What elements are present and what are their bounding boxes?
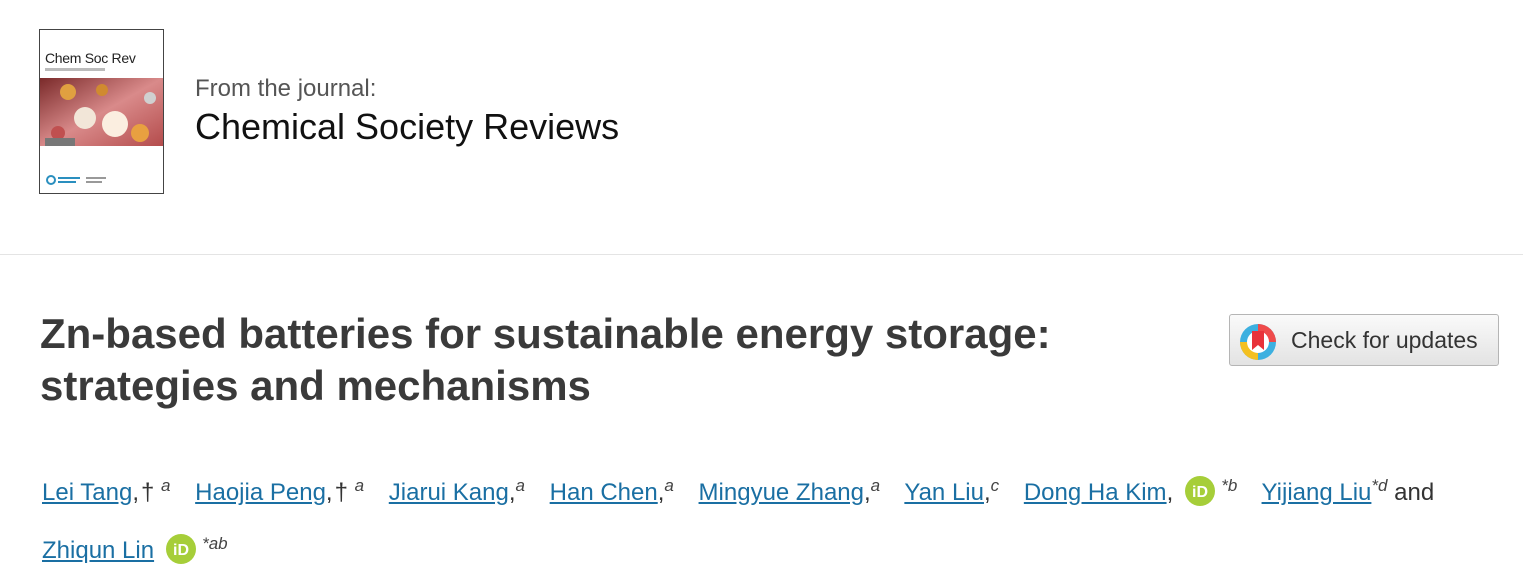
affiliation-sup[interactable]: a: [871, 476, 880, 495]
orcid-icon[interactable]: iD: [1185, 476, 1216, 506]
crossmark-icon: [1240, 324, 1276, 360]
affiliation-sup[interactable]: a: [516, 476, 525, 495]
article-title: Zn-based batteries for sustainable energ…: [40, 308, 1190, 412]
corresponding-sup[interactable]: *b: [1221, 476, 1237, 495]
svg-text:iD: iD: [1192, 484, 1208, 501]
equal-contribution-mark: †: [140, 479, 155, 506]
author-list: Lei Tang,† a Haojia Peng,† a Jiarui Kang…: [42, 476, 1435, 564]
journal-cover-image[interactable]: Chem Soc Rev: [39, 29, 164, 194]
author-link-lei-tang[interactable]: Lei Tang: [42, 479, 132, 506]
author-link-mingyue-zhang[interactable]: Mingyue Zhang: [699, 479, 864, 506]
author-link-jiarui-kang[interactable]: Jiarui Kang: [389, 479, 509, 506]
author-link-yijiang-liu[interactable]: Yijiang Liu: [1262, 479, 1372, 506]
journal-from-label: From the journal:: [195, 75, 377, 102]
article-title-line2: strategies and mechanisms: [40, 362, 591, 409]
corresponding-sup[interactable]: *d: [1371, 476, 1387, 495]
affiliation-sup[interactable]: a: [664, 476, 673, 495]
corresponding-sup[interactable]: *ab: [202, 534, 228, 553]
affiliation-sup[interactable]: a: [355, 476, 364, 495]
svg-text:iD: iD: [173, 542, 189, 559]
check-for-updates-label: Check for updates: [1291, 327, 1478, 353]
affiliation-sup[interactable]: a: [161, 476, 170, 495]
journal-header: Chem Soc Rev From the journal: Chemical …: [0, 0, 1523, 254]
cover-subtitle-line: [45, 68, 105, 71]
author-link-han-chen[interactable]: Han Chen: [550, 479, 658, 506]
author-link-dong-ha-kim[interactable]: Dong Ha Kim: [1024, 479, 1167, 506]
author-link-haojia-peng[interactable]: Haojia Peng: [195, 479, 326, 506]
header-divider: [0, 254, 1523, 255]
check-for-updates-button[interactable]: Check for updates: [1229, 314, 1499, 366]
author-link-yan-liu[interactable]: Yan Liu: [904, 479, 984, 506]
cover-footer: [40, 146, 163, 193]
orcid-icon[interactable]: iD: [166, 534, 197, 564]
affiliation-sup[interactable]: c: [991, 476, 1000, 495]
journal-name-link[interactable]: Chemical Society Reviews: [195, 106, 619, 148]
cover-title: Chem Soc Rev: [45, 50, 136, 66]
equal-contribution-mark: †: [334, 479, 348, 506]
author-link-zhiqun-lin[interactable]: Zhiqun Lin: [42, 537, 154, 564]
article-title-line1: Zn-based batteries for sustainable energ…: [40, 310, 1051, 357]
and-text: and: [1394, 479, 1435, 506]
